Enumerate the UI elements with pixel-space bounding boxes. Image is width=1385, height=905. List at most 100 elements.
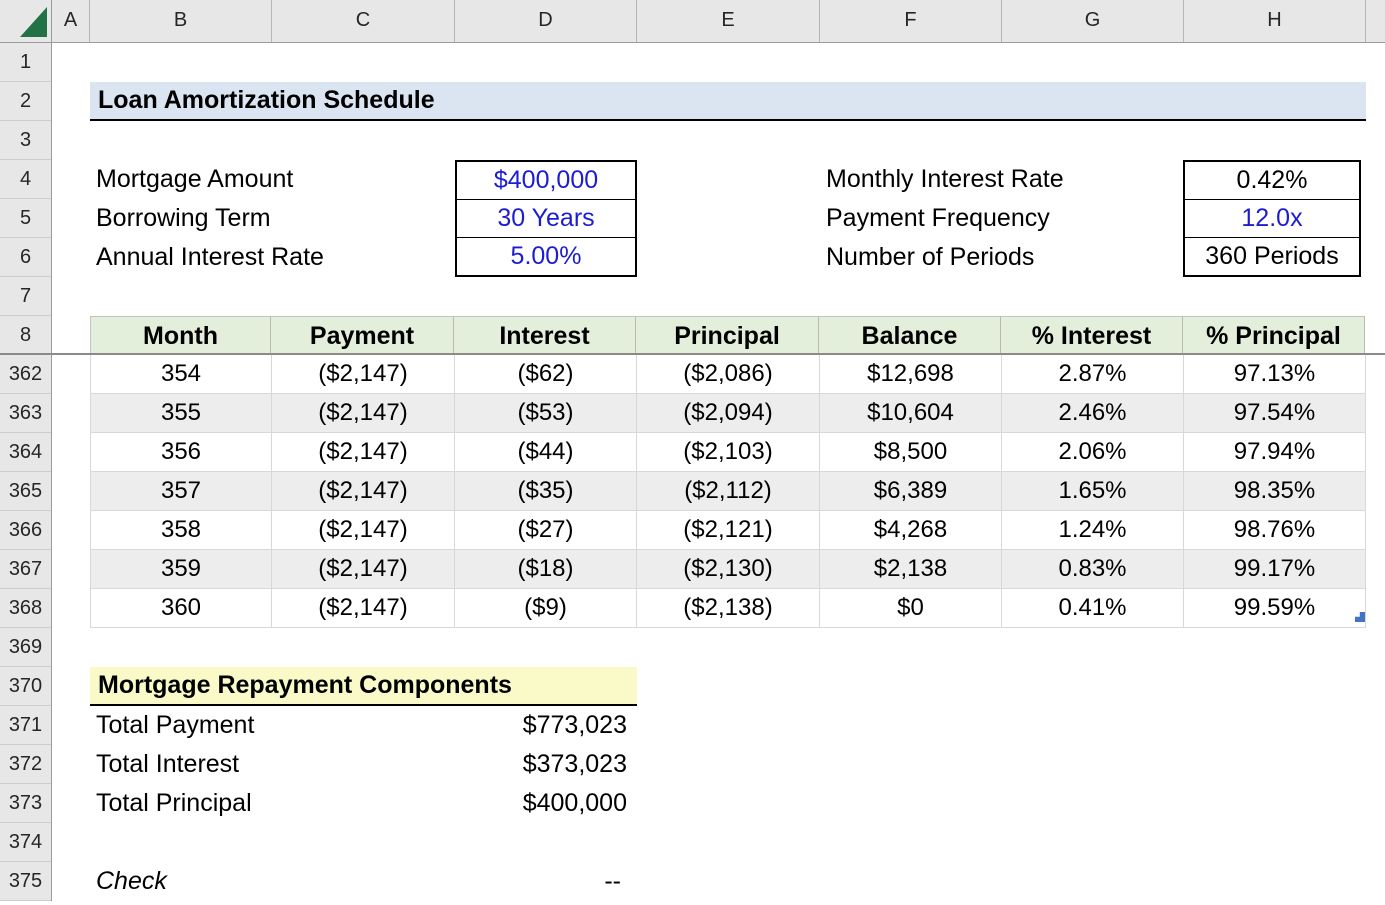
schedule-cell[interactable]: ($2,147) bbox=[272, 433, 455, 472]
annual-interest-rate-label[interactable]: Annual Interest Rate bbox=[96, 238, 324, 277]
row-header-363[interactable]: 363 bbox=[0, 394, 51, 433]
row-header-8[interactable]: 8 bbox=[0, 316, 51, 355]
schedule-cell[interactable]: 358 bbox=[91, 511, 272, 550]
schedule-cell[interactable]: ($62) bbox=[455, 355, 637, 394]
schedule-cell[interactable]: $2,138 bbox=[820, 550, 1002, 589]
schedule-cell[interactable]: ($18) bbox=[455, 550, 637, 589]
schedule-cell[interactable]: 99.59% bbox=[1184, 589, 1366, 628]
schedule-cell[interactable]: ($2,147) bbox=[272, 511, 455, 550]
row-header-5[interactable]: 5 bbox=[0, 199, 51, 238]
schedule-cell[interactable]: ($2,121) bbox=[637, 511, 820, 550]
schedule-cell[interactable]: ($27) bbox=[455, 511, 637, 550]
header-interest[interactable]: Interest bbox=[454, 316, 636, 355]
schedule-cell[interactable]: ($2,086) bbox=[637, 355, 820, 394]
schedule-cell[interactable]: 1.65% bbox=[1002, 472, 1184, 511]
column-header-c[interactable]: C bbox=[272, 0, 455, 42]
schedule-cell[interactable]: 0.41% bbox=[1002, 589, 1184, 628]
schedule-cell[interactable]: ($2,147) bbox=[272, 394, 455, 433]
schedule-cell[interactable]: 2.87% bbox=[1002, 355, 1184, 394]
row-header-374[interactable]: 374 bbox=[0, 823, 51, 862]
sheet-title-cell[interactable]: Loan Amortization Schedule bbox=[90, 82, 1366, 121]
schedule-cell[interactable]: ($2,130) bbox=[637, 550, 820, 589]
header-pct-principal[interactable]: % Principal bbox=[1183, 316, 1365, 355]
header-pct-interest[interactable]: % Interest bbox=[1001, 316, 1183, 355]
row-header-373[interactable]: 373 bbox=[0, 784, 51, 823]
mortgage-amount-value-cell[interactable]: $400,000 bbox=[457, 162, 635, 200]
schedule-cell[interactable]: 97.13% bbox=[1184, 355, 1366, 394]
schedule-cell[interactable]: $4,268 bbox=[820, 511, 1002, 550]
schedule-cell[interactable]: 98.35% bbox=[1184, 472, 1366, 511]
header-month[interactable]: Month bbox=[90, 316, 271, 355]
schedule-cell[interactable]: ($2,147) bbox=[272, 550, 455, 589]
header-principal[interactable]: Principal bbox=[636, 316, 819, 355]
schedule-cell[interactable]: 356 bbox=[91, 433, 272, 472]
schedule-cell[interactable]: ($2,138) bbox=[637, 589, 820, 628]
schedule-cell[interactable]: 355 bbox=[91, 394, 272, 433]
schedule-cell[interactable]: 360 bbox=[91, 589, 272, 628]
schedule-cell[interactable]: 359 bbox=[91, 550, 272, 589]
row-header-369[interactable]: 369 bbox=[0, 628, 51, 667]
payment-frequency-value-cell[interactable]: 12.0x bbox=[1185, 200, 1359, 238]
total-interest-value[interactable]: $373,023 bbox=[455, 745, 627, 784]
row-header-367[interactable]: 367 bbox=[0, 550, 51, 589]
monthly-interest-rate-value-cell[interactable]: 0.42% bbox=[1185, 162, 1359, 200]
summary-title-cell[interactable]: Mortgage Repayment Components bbox=[90, 667, 637, 706]
check-label[interactable]: Check bbox=[96, 862, 167, 901]
schedule-cell[interactable]: ($53) bbox=[455, 394, 637, 433]
schedule-cell[interactable]: $10,604 bbox=[820, 394, 1002, 433]
column-header-b[interactable]: B bbox=[90, 0, 272, 42]
row-header-3[interactable]: 3 bbox=[0, 121, 51, 160]
column-header-e[interactable]: E bbox=[637, 0, 820, 42]
schedule-cell[interactable]: 1.24% bbox=[1002, 511, 1184, 550]
borrowing-term-label[interactable]: Borrowing Term bbox=[96, 199, 271, 238]
schedule-cell[interactable]: 97.54% bbox=[1184, 394, 1366, 433]
column-header-d[interactable]: D bbox=[455, 0, 637, 42]
schedule-cell[interactable]: ($2,147) bbox=[272, 355, 455, 394]
column-header-a[interactable]: A bbox=[52, 0, 90, 42]
row-header-2[interactable]: 2 bbox=[0, 82, 51, 121]
schedule-cell[interactable]: $8,500 bbox=[820, 433, 1002, 472]
number-of-periods-label[interactable]: Number of Periods bbox=[826, 238, 1034, 277]
schedule-cell[interactable]: 98.76% bbox=[1184, 511, 1366, 550]
header-balance[interactable]: Balance bbox=[819, 316, 1001, 355]
header-payment[interactable]: Payment bbox=[271, 316, 454, 355]
row-header-368[interactable]: 368 bbox=[0, 589, 51, 628]
row-header-371[interactable]: 371 bbox=[0, 706, 51, 745]
payment-frequency-label[interactable]: Payment Frequency bbox=[826, 199, 1050, 238]
total-payment-label[interactable]: Total Payment bbox=[96, 706, 254, 745]
row-header-365[interactable]: 365 bbox=[0, 472, 51, 511]
schedule-cell[interactable]: ($35) bbox=[455, 472, 637, 511]
schedule-cell[interactable]: ($2,103) bbox=[637, 433, 820, 472]
total-payment-value[interactable]: $773,023 bbox=[455, 706, 627, 745]
column-header-overflow[interactable] bbox=[1366, 0, 1385, 42]
schedule-cell[interactable]: $6,389 bbox=[820, 472, 1002, 511]
select-all-corner[interactable] bbox=[0, 0, 52, 43]
schedule-cell[interactable]: $0 bbox=[820, 589, 1002, 628]
schedule-cell[interactable]: 99.17% bbox=[1184, 550, 1366, 589]
total-interest-label[interactable]: Total Interest bbox=[96, 745, 239, 784]
schedule-cell[interactable]: ($44) bbox=[455, 433, 637, 472]
row-header-372[interactable]: 372 bbox=[0, 745, 51, 784]
schedule-cell[interactable]: ($9) bbox=[455, 589, 637, 628]
schedule-cell[interactable]: 2.06% bbox=[1002, 433, 1184, 472]
row-header-7[interactable]: 7 bbox=[0, 277, 51, 316]
monthly-interest-rate-label[interactable]: Monthly Interest Rate bbox=[826, 160, 1064, 199]
number-of-periods-value-cell[interactable]: 360 Periods bbox=[1185, 238, 1359, 275]
schedule-cell[interactable]: 357 bbox=[91, 472, 272, 511]
total-principal-value[interactable]: $400,000 bbox=[455, 784, 627, 823]
schedule-cell[interactable]: 97.94% bbox=[1184, 433, 1366, 472]
row-header-1[interactable]: 1 bbox=[0, 43, 51, 82]
column-header-f[interactable]: F bbox=[820, 0, 1002, 42]
borrowing-term-value-cell[interactable]: 30 Years bbox=[457, 200, 635, 238]
row-header-4[interactable]: 4 bbox=[0, 160, 51, 199]
column-header-h[interactable]: H bbox=[1184, 0, 1366, 42]
mortgage-amount-label[interactable]: Mortgage Amount bbox=[96, 160, 293, 199]
schedule-cell[interactable]: 354 bbox=[91, 355, 272, 394]
row-header-362[interactable]: 362 bbox=[0, 355, 51, 394]
schedule-cell[interactable]: ($2,147) bbox=[272, 589, 455, 628]
schedule-cell[interactable]: $12,698 bbox=[820, 355, 1002, 394]
total-principal-label[interactable]: Total Principal bbox=[96, 784, 252, 823]
schedule-cell[interactable]: ($2,094) bbox=[637, 394, 820, 433]
schedule-cell[interactable]: 2.46% bbox=[1002, 394, 1184, 433]
column-header-g[interactable]: G bbox=[1002, 0, 1184, 42]
